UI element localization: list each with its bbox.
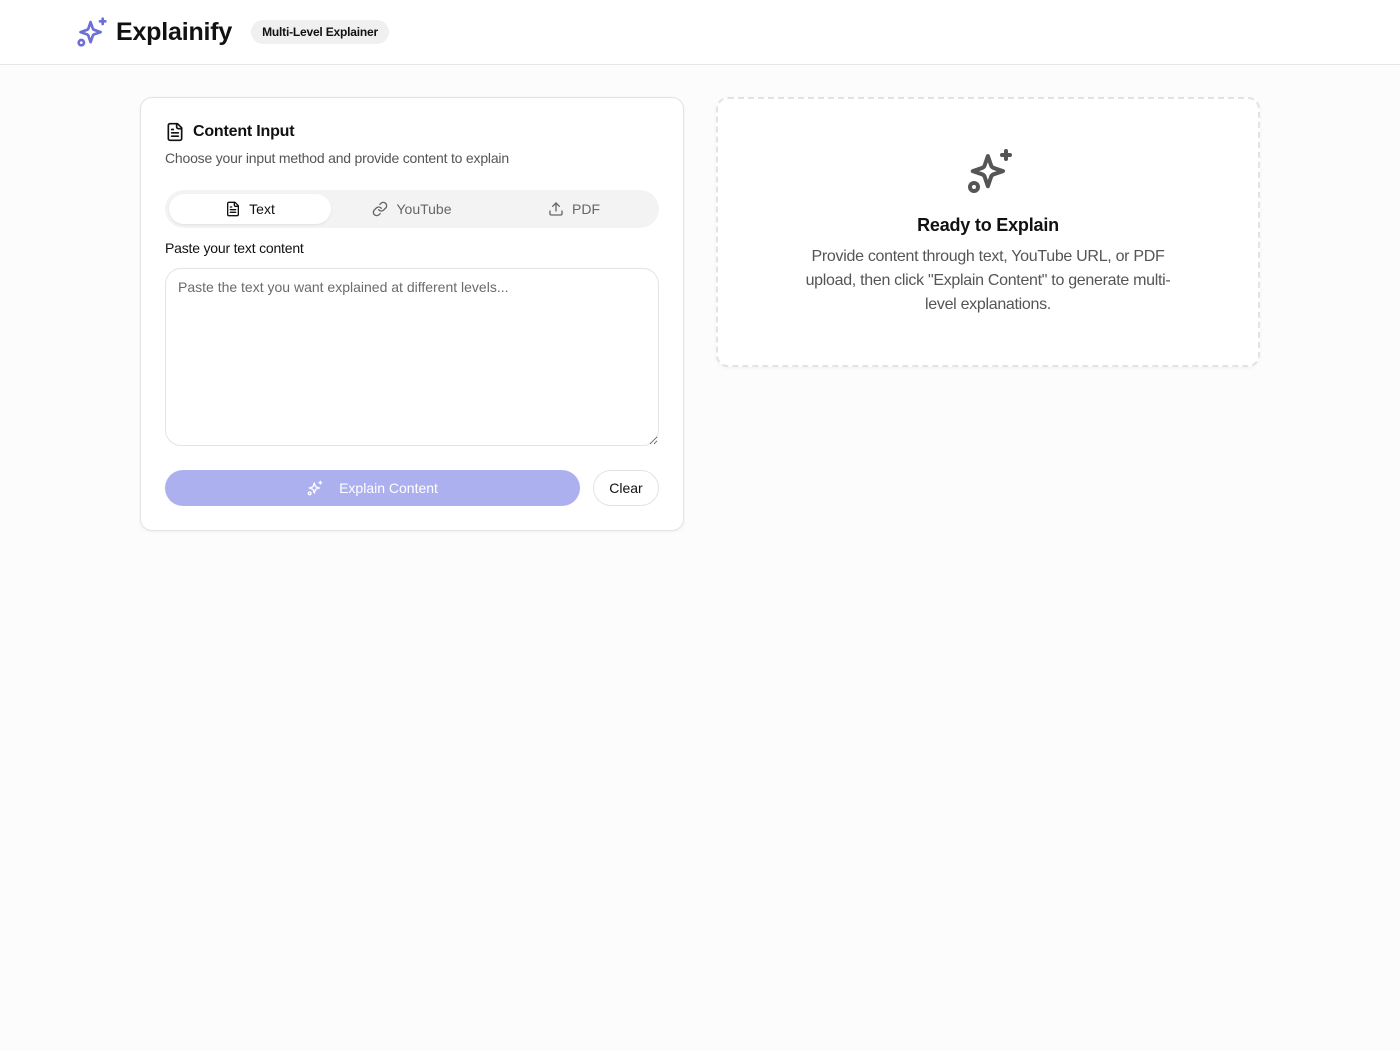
text-content-input[interactable] [165, 268, 659, 446]
file-text-icon [165, 122, 185, 142]
input-method-tabs: Text YouTube PDF [165, 190, 659, 228]
output-placeholder-card: Ready to Explain Provide content through… [716, 97, 1260, 367]
tab-label: YouTube [396, 201, 452, 217]
sparkles-icon [966, 147, 1014, 195]
tab-label: Text [249, 201, 275, 217]
tab-pdf[interactable]: PDF [493, 194, 655, 224]
card-header: Content Input [165, 122, 295, 142]
ready-description: Provide content through text, YouTube UR… [805, 248, 1171, 313]
card-title: Content Input [193, 123, 295, 140]
brand-name[interactable]: Explainify [116, 18, 232, 47]
card-subtitle: Choose your input method and provide con… [165, 150, 509, 166]
tab-label: PDF [572, 201, 600, 217]
tab-text[interactable]: Text [169, 194, 331, 224]
ready-title: Ready to Explain [917, 215, 1059, 235]
explain-content-button[interactable]: Explain Content [165, 470, 580, 506]
mode-badge: Multi-Level Explainer [251, 20, 389, 44]
explain-button-label: Explain Content [339, 480, 438, 496]
clear-button[interactable]: Clear [593, 470, 659, 506]
top-bar: Explainify Multi-Level Explainer [0, 0, 1400, 65]
upload-icon [548, 201, 564, 217]
sparkles-icon [76, 16, 108, 48]
content-input-card: Content Input Choose your input method a… [140, 97, 684, 531]
tab-youtube[interactable]: YouTube [331, 194, 493, 224]
text-content-label: Paste your text content [165, 240, 304, 256]
file-text-icon [225, 201, 241, 217]
link-icon [372, 201, 388, 217]
sparkles-icon [307, 480, 323, 496]
